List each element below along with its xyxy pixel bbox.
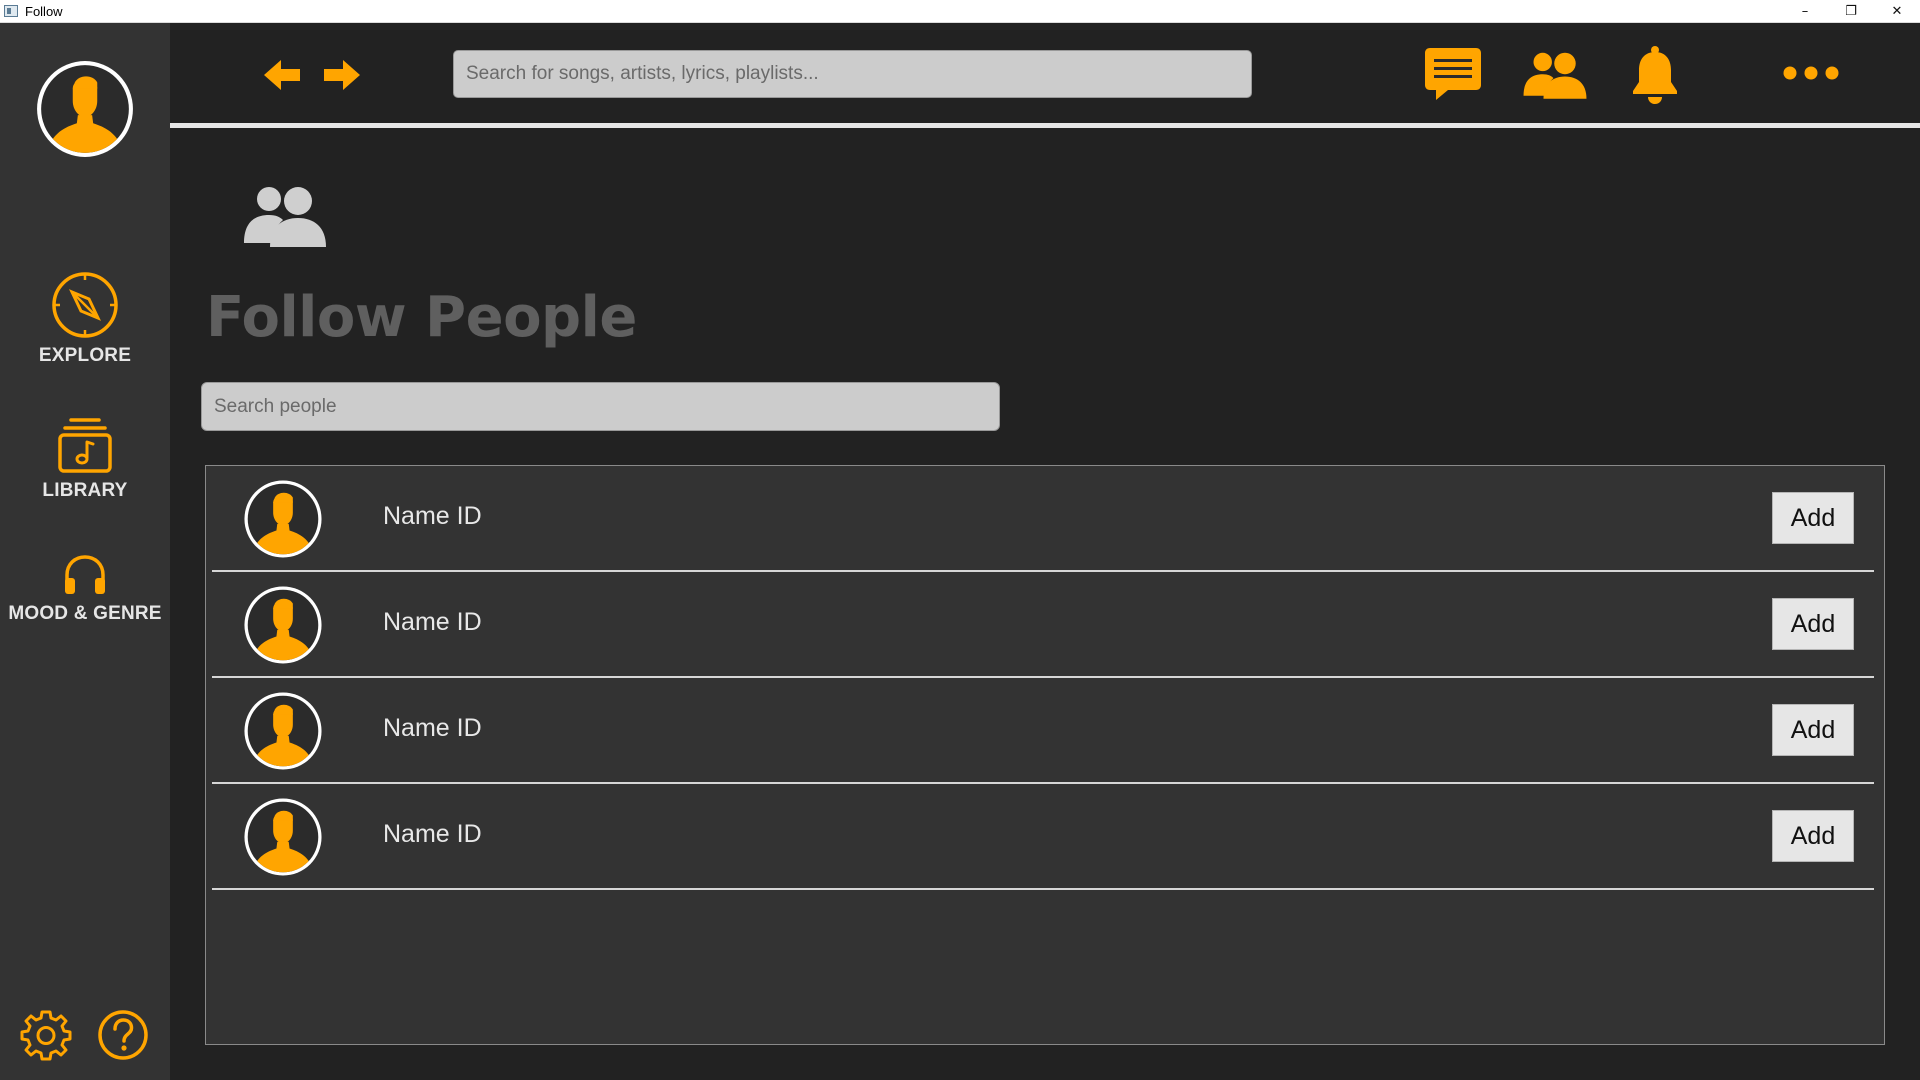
person-name: Name ID — [383, 608, 482, 636]
people-list: Name ID Add Name ID Add Name ID Add Name… — [205, 465, 1885, 1045]
add-button[interactable]: Add — [1772, 810, 1854, 862]
user-avatar-icon — [242, 478, 324, 560]
sidebar-item-label: LIBRARY — [42, 480, 128, 501]
bell-icon[interactable] — [1630, 45, 1680, 105]
add-button[interactable]: Add — [1772, 598, 1854, 650]
window-controls: – ❐ ✕ — [1782, 0, 1920, 23]
person-name: Name ID — [383, 502, 482, 530]
gear-icon[interactable] — [20, 1009, 72, 1061]
user-avatar-icon — [242, 690, 324, 772]
list-item: Name ID Add — [212, 784, 1874, 890]
user-avatar-icon[interactable] — [34, 58, 136, 160]
people-search-input[interactable] — [201, 382, 1000, 431]
list-item: Name ID Add — [212, 678, 1874, 784]
sidebar-item-mood-genre[interactable]: MOOD & GENRE — [0, 553, 170, 625]
friends-icon[interactable] — [1522, 47, 1588, 103]
restore-button[interactable]: ❐ — [1828, 0, 1874, 23]
user-avatar-icon — [242, 584, 324, 666]
sidebar-item-label: EXPLORE — [38, 345, 132, 366]
compass-icon — [52, 272, 118, 338]
page-title: Follow People — [206, 285, 637, 350]
person-name: Name ID — [383, 820, 482, 848]
arrow-right-icon[interactable] — [322, 55, 362, 95]
user-avatar-icon — [242, 796, 324, 878]
chat-icon[interactable] — [1424, 45, 1482, 103]
window-title-bar: Follow – ❐ ✕ — [0, 0, 1920, 23]
top-bar — [170, 23, 1920, 128]
sidebar: EXPLORE LIBRARY MOOD & GENRE — [0, 23, 170, 1080]
main-content: Follow People Name ID Add Name ID Add Na… — [170, 133, 1920, 1080]
add-button[interactable]: Add — [1772, 492, 1854, 544]
music-library-icon — [58, 418, 112, 473]
global-search-input[interactable] — [453, 50, 1252, 98]
sidebar-item-library[interactable]: LIBRARY — [0, 416, 170, 502]
window-title: Follow — [25, 3, 63, 19]
list-item: Name ID Add — [212, 572, 1874, 678]
more-icon[interactable] — [1782, 63, 1840, 83]
person-name: Name ID — [383, 714, 482, 742]
people-icon — [242, 183, 328, 249]
sidebar-item-label: MOOD & GENRE — [8, 603, 162, 624]
sidebar-item-explore[interactable]: EXPLORE — [0, 271, 170, 367]
headphones-icon — [65, 555, 105, 594]
help-icon[interactable] — [97, 1009, 149, 1061]
list-item: Name ID Add — [212, 466, 1874, 572]
app-icon — [4, 5, 18, 17]
close-button[interactable]: ✕ — [1874, 0, 1920, 23]
minimize-button[interactable]: – — [1782, 0, 1828, 23]
add-button[interactable]: Add — [1772, 704, 1854, 756]
arrow-left-icon[interactable] — [262, 55, 302, 95]
